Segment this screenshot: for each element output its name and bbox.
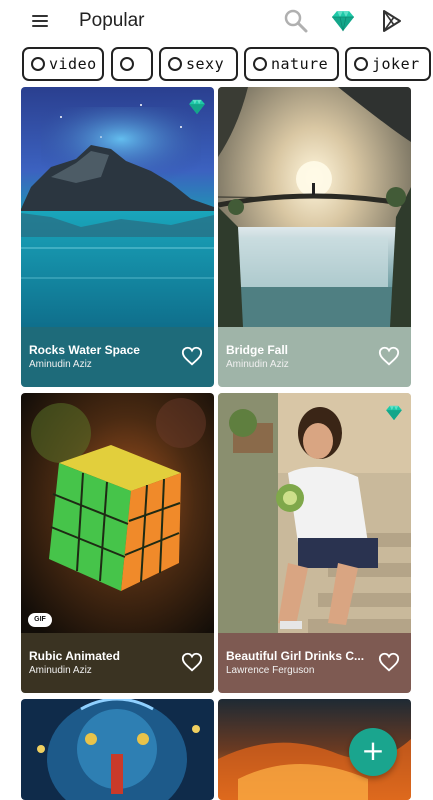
radio-icon xyxy=(31,57,45,71)
chip-label: joker xyxy=(372,55,420,73)
card-title: Beautiful Girl Drinks C... xyxy=(226,649,365,663)
diamond-icon[interactable] xyxy=(329,7,357,35)
card-author: Aminudin Aziz xyxy=(226,359,289,370)
top-app-bar: Popular xyxy=(0,0,433,42)
menu-icon[interactable] xyxy=(30,12,52,30)
tag-chip-row: video sexy nature joker xyxy=(0,47,433,83)
app-root: Popular video sexy nature joker Rocks Wa… xyxy=(0,0,433,800)
chip-label: sexy xyxy=(186,55,225,73)
wallpaper-card[interactable]: GIF Rubic Animated Aminudin Aziz xyxy=(21,393,214,693)
heart-icon[interactable] xyxy=(181,345,203,367)
chip-nature[interactable]: nature xyxy=(244,47,339,81)
heart-icon[interactable] xyxy=(181,651,203,673)
radio-icon xyxy=(168,57,182,71)
wallpaper-card[interactable]: Bridge Fall Aminudin Aziz xyxy=(218,87,411,387)
card-author: Aminudin Aziz xyxy=(29,665,92,676)
radio-icon xyxy=(120,57,134,71)
gif-badge: GIF xyxy=(28,613,52,627)
add-fab-button[interactable]: + xyxy=(349,728,397,776)
chip-label: nature xyxy=(271,55,329,73)
card-info-bar: Beautiful Girl Drinks C... Lawrence Ferg… xyxy=(218,633,411,693)
wallpaper-thumbnail xyxy=(218,87,411,327)
wallpaper-thumbnail xyxy=(218,393,411,633)
radio-icon xyxy=(354,57,368,71)
chip-sexy[interactable]: sexy xyxy=(159,47,238,81)
heart-icon[interactable] xyxy=(378,345,400,367)
card-author: Aminudin Aziz xyxy=(29,359,92,370)
wallpaper-card[interactable]: Beautiful Girl Drinks C... Lawrence Ferg… xyxy=(218,393,411,693)
chip-joker[interactable]: joker xyxy=(345,47,431,81)
wallpaper-thumbnail: GIF xyxy=(21,393,214,633)
card-title: Rubic Animated xyxy=(29,649,120,663)
card-info-bar: Rubic Animated Aminudin Aziz xyxy=(21,633,214,693)
heart-icon[interactable] xyxy=(378,651,400,673)
radio-icon xyxy=(253,57,267,71)
chip-video[interactable]: video xyxy=(22,47,104,81)
wallpaper-card[interactable]: Rocks Water Space Aminudin Aziz xyxy=(21,87,214,387)
card-author: Lawrence Ferguson xyxy=(226,665,315,676)
wallpaper-thumbnail xyxy=(21,87,214,327)
search-icon[interactable] xyxy=(282,7,310,35)
chip-label: video xyxy=(49,55,97,73)
premium-diamond-icon xyxy=(386,405,402,421)
page-title: Popular xyxy=(79,10,145,31)
card-info-bar: Bridge Fall Aminudin Aziz xyxy=(218,327,411,387)
card-title: Bridge Fall xyxy=(226,343,289,357)
chip-empty[interactable] xyxy=(111,47,153,81)
play-store-icon[interactable] xyxy=(378,7,406,35)
premium-diamond-icon xyxy=(189,99,205,115)
wallpaper-card[interactable] xyxy=(21,699,214,800)
card-title: Rocks Water Space xyxy=(29,343,140,357)
wallpaper-thumbnail xyxy=(21,699,214,800)
card-info-bar: Rocks Water Space Aminudin Aziz xyxy=(21,327,214,387)
